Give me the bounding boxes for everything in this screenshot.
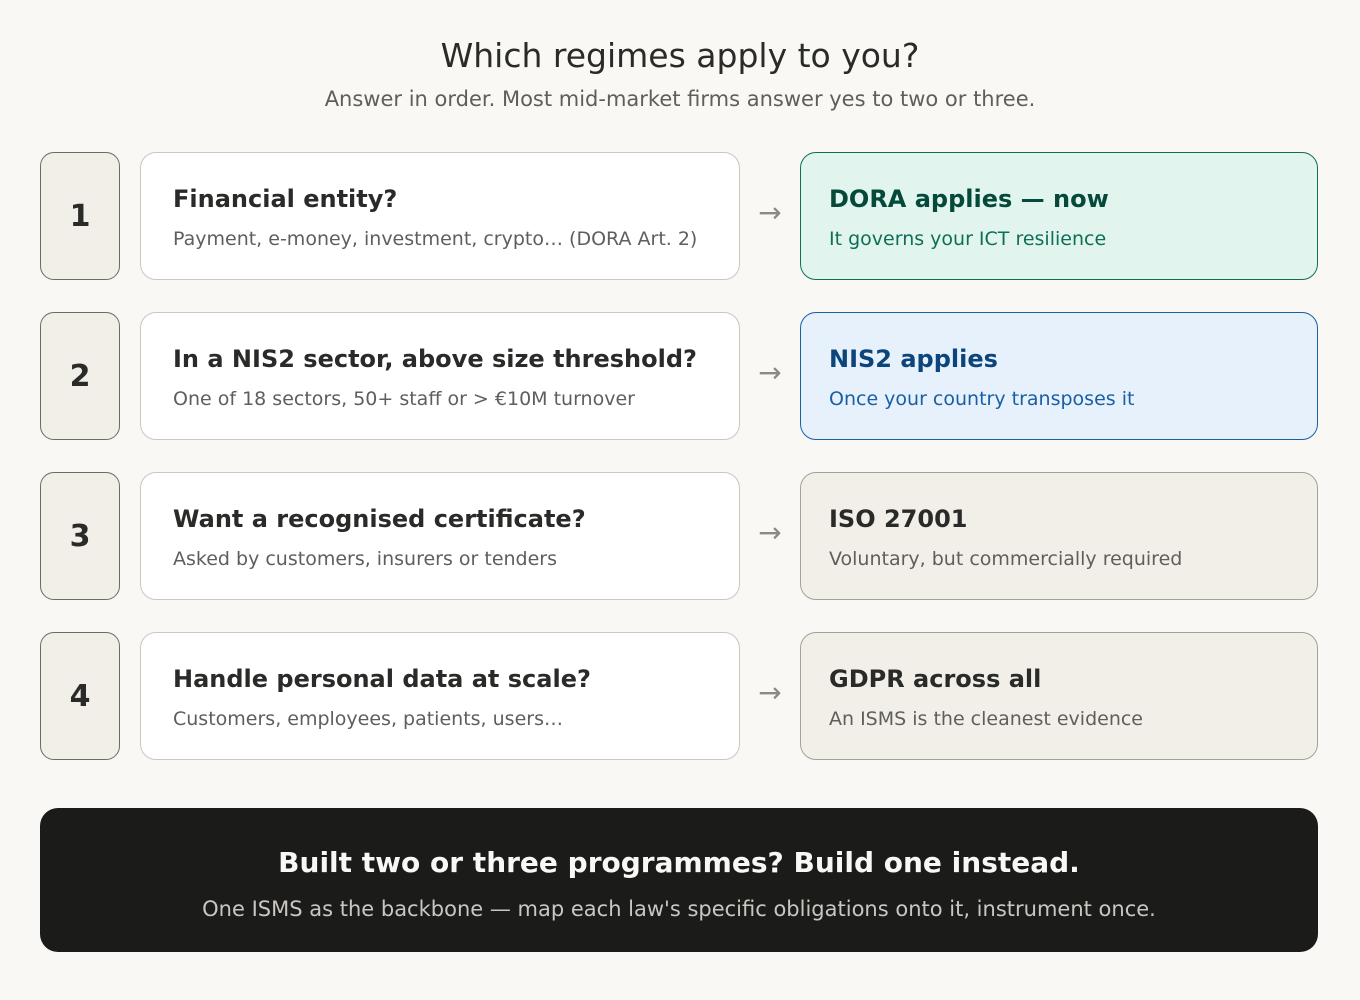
page-title: Which regimes apply to you? [440,36,920,75]
result-detail: An ISMS is the cleanest evidence [829,708,1143,730]
decision-row-3: 3 Want a recognised certificate? Asked b… [0,472,1360,600]
question-card: In a NIS2 sector, above size threshold? … [140,312,740,440]
arrow-right-icon: → [758,676,782,709]
arrow-right-icon: → [758,196,782,229]
result-card-dora: DORA applies — now It governs your ICT r… [800,152,1318,280]
result-card-gdpr: GDPR across all An ISMS is the cleanest … [800,632,1318,760]
question-detail: Asked by customers, insurers or tenders [173,548,558,570]
result-card-nis2: NIS2 applies Once your country transpose… [800,312,1318,440]
result-title: DORA applies — now [829,185,1109,213]
result-title: GDPR across all [829,665,1042,693]
banner-subtitle: One ISMS as the backbone — map each law'… [202,897,1156,921]
question-card: Want a recognised certificate? Asked by … [140,472,740,600]
result-detail: Voluntary, but commercially required [829,548,1183,570]
result-title: ISO 27001 [829,505,968,533]
arrow-right-icon: → [758,356,782,389]
question-title: Handle personal data at scale? [173,665,591,693]
page-subtitle: Answer in order. Most mid-market firms a… [324,87,1036,111]
step-number: 2 [40,312,120,440]
question-detail: Payment, e-money, investment, crypto… (D… [173,228,698,250]
step-number: 4 [40,632,120,760]
arrow-right-icon: → [758,516,782,549]
question-card: Financial entity? Payment, e-money, inve… [140,152,740,280]
decision-row-2: 2 In a NIS2 sector, above size threshold… [0,312,1360,440]
decision-row-1: 1 Financial entity? Payment, e-money, in… [0,152,1360,280]
question-detail: One of 18 sectors, 50+ staff or > €10M t… [173,388,635,410]
decision-row-4: 4 Handle personal data at scale? Custome… [0,632,1360,760]
question-card: Handle personal data at scale? Customers… [140,632,740,760]
step-number: 3 [40,472,120,600]
result-title: NIS2 applies [829,345,998,373]
result-detail: Once your country transposes it [829,388,1135,410]
banner-title: Built two or three programmes? Build one… [278,846,1080,879]
result-detail: It governs your ICT resilience [829,228,1107,250]
question-detail: Customers, employees, patients, users… [173,708,563,730]
question-title: In a NIS2 sector, above size threshold? [173,345,697,373]
question-title: Want a recognised certificate? [173,505,586,533]
question-title: Financial entity? [173,185,398,213]
summary-banner: Built two or three programmes? Build one… [40,808,1318,952]
step-number: 1 [40,152,120,280]
result-card-iso27001: ISO 27001 Voluntary, but commercially re… [800,472,1318,600]
